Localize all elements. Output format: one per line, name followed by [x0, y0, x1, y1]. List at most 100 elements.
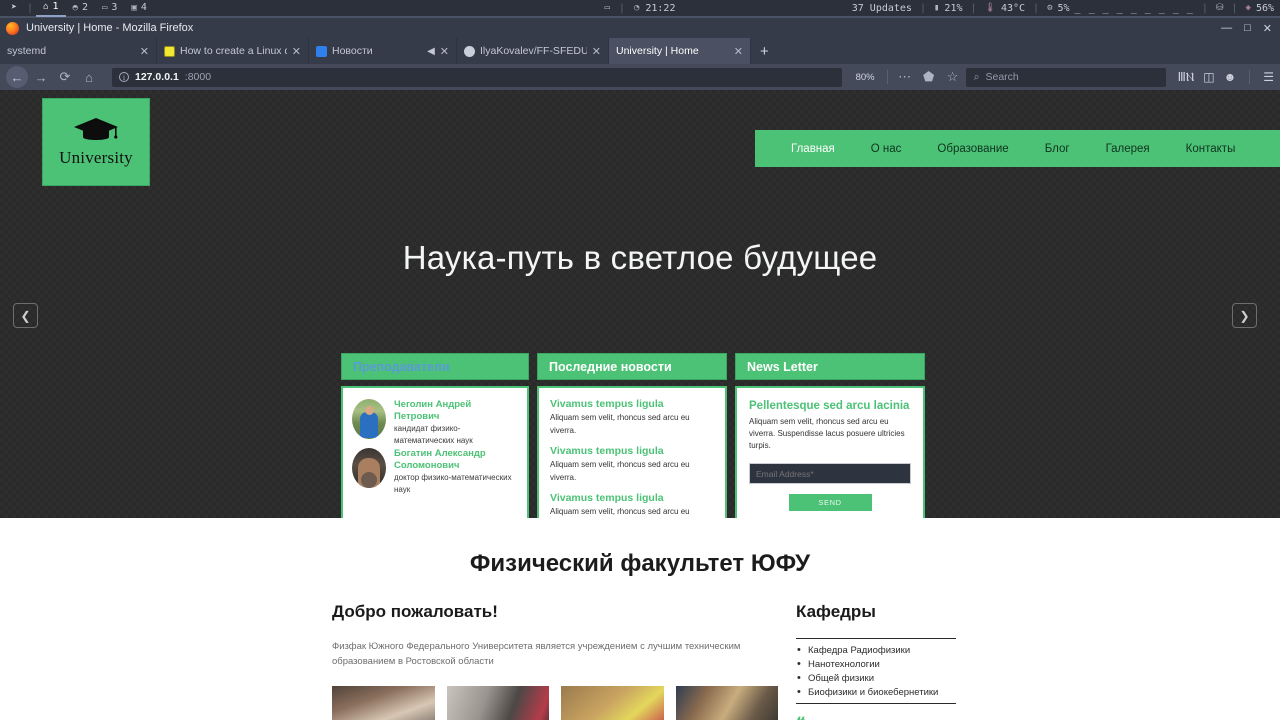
tab-title: University | Home — [616, 45, 699, 57]
chevron-left-icon[interactable]: ❮ — [13, 303, 38, 328]
browser-titlebar: University | Home - Mozilla Firefox — □ … — [0, 18, 1280, 38]
news-item[interactable]: Vivamus tempus ligula Aliquam sem velit,… — [550, 445, 715, 484]
list-item[interactable]: Нанотехнологии — [796, 657, 956, 672]
departments-list: Кафедра Радиофизики Нанотехнологии Общей… — [796, 638, 956, 704]
gallery-image[interactable] — [675, 686, 778, 720]
newsletter-title: Pellentesque sed arcu lacinia — [749, 400, 910, 412]
url-host: 127.0.0.1 — [135, 71, 179, 83]
maximize-button[interactable]: □ — [1244, 22, 1251, 35]
tab-strip: systemd ✕ How to create a Linux dae ✕ Но… — [0, 38, 1280, 64]
list-item[interactable]: Общей физики — [796, 671, 956, 686]
search-icon: ⌕ — [973, 70, 980, 83]
tab-title: IlyaKovalev/FF-SFEDU: Sui — [480, 45, 587, 57]
send-button[interactable]: SEND — [788, 494, 872, 511]
ellipsis-icon[interactable]: ⋯ — [894, 66, 916, 88]
tab-close-icon[interactable]: ✕ — [292, 45, 301, 58]
zoom-level-label[interactable]: 80% — [850, 72, 881, 83]
clock-label: 21:22 — [645, 2, 676, 14]
list-item[interactable]: Кафедра Радиофизики — [796, 643, 956, 658]
search-input[interactable]: ⌕ Search — [965, 67, 1166, 87]
content-section: Физический факультет ЮФУ Добро пожаловат… — [0, 518, 1280, 720]
chevron-right-icon[interactable]: ❯ — [1232, 303, 1257, 328]
tab-favicon-icon — [164, 45, 175, 57]
tab-title: How to create a Linux dae — [180, 45, 287, 57]
browser-tab[interactable]: How to create a Linux dae ✕ — [157, 38, 309, 64]
new-tab-button[interactable]: + — [751, 38, 778, 64]
welcome-text: Физфак Южного Федерального Университета … — [332, 641, 741, 667]
reload-icon[interactable]: ⟳ — [54, 66, 76, 88]
address-bar[interactable]: i 127.0.0.1 :8000 — [112, 67, 842, 87]
nav-item-about[interactable]: О нас — [853, 143, 920, 155]
news-title[interactable]: Vivamus tempus ligula — [550, 398, 715, 411]
nav-item-education[interactable]: Образование — [919, 143, 1026, 155]
teacher-name[interactable]: Богатин Александр Соломонович — [394, 448, 518, 471]
site-logo[interactable]: University — [42, 98, 150, 186]
url-port: :8000 — [184, 71, 212, 83]
back-arrow-icon[interactable]: ← — [6, 66, 28, 88]
card-teachers: Преподаватели Чеголин Андрей Петрович ка… — [341, 353, 529, 521]
nav-item-gallery[interactable]: Галерея — [1088, 143, 1168, 155]
hamburger-menu-icon[interactable]: ☰ — [1263, 70, 1274, 84]
battery-icon: ▮ — [934, 3, 940, 13]
welcome-heading: Добро пожаловать! — [332, 602, 498, 621]
tab-close-icon[interactable]: ✕ — [734, 45, 743, 58]
browser-tab-active[interactable]: University | Home ✕ — [609, 38, 751, 64]
news-item[interactable]: Vivamus tempus ligula Aliquam sem velit,… — [550, 398, 715, 437]
avatar — [352, 448, 386, 488]
teacher-info: Богатин Александр Соломонович доктор физ… — [394, 448, 518, 495]
browser-tab[interactable]: IlyaKovalev/FF-SFEDU: Sui ✕ — [457, 38, 609, 64]
browser-window: University | Home - Mozilla Firefox — □ … — [0, 18, 1280, 90]
window-controls: — □ ✕ — [1221, 22, 1274, 35]
tab-mute-icon[interactable]: ◀ — [427, 46, 435, 57]
tab-title: systemd — [7, 45, 47, 57]
account-icon[interactable]: ☻ — [1224, 70, 1237, 84]
nav-item-home[interactable]: Главная — [773, 143, 853, 155]
divider — [886, 70, 888, 84]
teacher-name[interactable]: Чеголин Андрей Петрович — [394, 399, 518, 422]
card-teachers-body: Чеголин Андрей Петрович кандидат физико-… — [341, 386, 529, 521]
star-icon[interactable]: ☆ — [942, 66, 964, 88]
toolbar-right-tools: ⅢⲚ ◫ ☻ ☰ — [1168, 70, 1274, 85]
tab-close-icon[interactable]: ✕ — [140, 45, 149, 58]
forward-arrow-icon[interactable]: → — [30, 66, 52, 88]
email-field[interactable] — [749, 463, 911, 484]
page-title: Физический факультет ЮФУ — [469, 550, 811, 577]
browser-tab[interactable]: systemd ✕ — [0, 38, 157, 64]
news-desc: Aliquam sem velit, rhoncus sed arcu eu v… — [550, 460, 690, 482]
hero-section: University Главная О нас Образование Бло… — [0, 90, 1280, 576]
gallery-image[interactable] — [446, 686, 549, 720]
card-news: Последние новости Vivamus tempus ligula … — [537, 353, 727, 576]
tab-close-icon[interactable]: ✕ — [440, 45, 449, 58]
tab-favicon-icon — [464, 45, 475, 57]
logo-text: University — [59, 148, 133, 167]
info-icon[interactable]: i — [119, 72, 129, 82]
pocket-icon[interactable]: ⬟ — [918, 66, 940, 88]
nav-item-contacts[interactable]: Контакты — [1168, 143, 1254, 155]
network-icon: ⛁ — [1215, 3, 1224, 13]
site-header: University Главная О нас Образование Бло… — [0, 90, 1280, 186]
browser-tab[interactable]: Новости ◀ ✕ — [309, 38, 457, 64]
main-navigation: Главная О нас Образование Блог Галерея К… — [755, 130, 1280, 167]
welcome-column: Добро пожаловать! Физфак Южного Федераль… — [332, 602, 778, 720]
list-item[interactable]: Биофизики и биокебернетики — [796, 685, 956, 700]
home-icon[interactable]: ⌂ — [78, 66, 100, 88]
divider — [1249, 70, 1251, 84]
close-button[interactable]: ✕ — [1263, 22, 1272, 35]
card-newsletter-heading: News Letter — [735, 353, 925, 380]
news-desc: Aliquam sem velit, rhoncus sed arcu eu v… — [550, 413, 690, 435]
sidebar-icon[interactable]: ◫ — [1203, 70, 1214, 84]
news-title[interactable]: Vivamus tempus ligula — [550, 445, 715, 458]
teacher-item[interactable]: Богатин Александр Соломонович доктор физ… — [352, 448, 518, 495]
minimize-button[interactable]: — — [1221, 22, 1232, 35]
gallery-image[interactable] — [561, 686, 664, 720]
web-page-content: University Главная О нас Образование Бло… — [0, 90, 1280, 720]
nav-item-blog[interactable]: Блог — [1027, 143, 1088, 155]
teacher-item[interactable]: Чеголин Андрей Петрович кандидат физико-… — [352, 399, 518, 446]
gallery-image[interactable] — [332, 686, 435, 720]
departments-heading: Кафедры — [796, 602, 876, 621]
graduation-cap-icon — [74, 118, 118, 140]
news-title[interactable]: Vivamus tempus ligula — [550, 492, 715, 505]
firefox-logo-icon — [6, 21, 19, 35]
tab-close-icon[interactable]: ✕ — [592, 45, 601, 58]
library-icon[interactable]: ⅢⲚ — [1178, 70, 1195, 85]
